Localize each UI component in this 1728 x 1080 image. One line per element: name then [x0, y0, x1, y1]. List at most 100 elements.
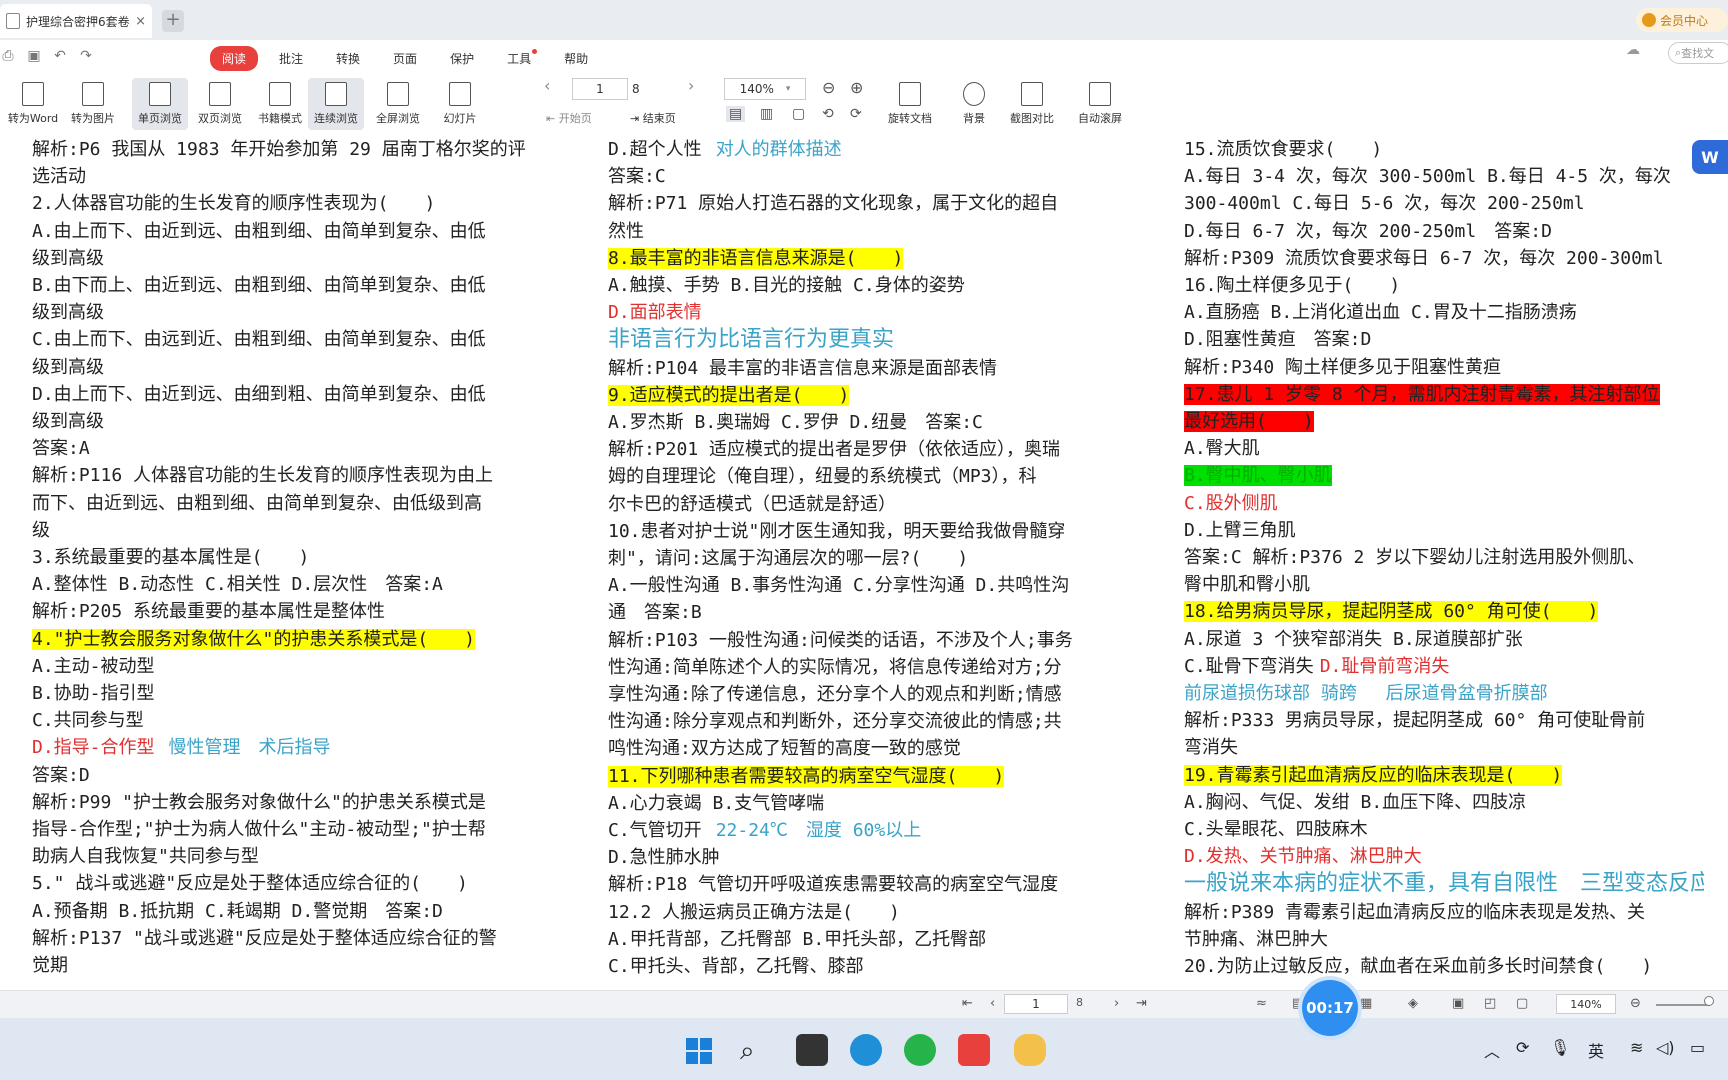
line-text: 最好选用( ) [1184, 411, 1314, 433]
fit-page-icon[interactable]: ▤ [726, 106, 746, 122]
fullscreen-button[interactable]: 全屏浏览 [370, 78, 426, 130]
line-text: 解析:P340 陶土样便多见于阻塞性黄疸 [1184, 356, 1502, 378]
edge-icon[interactable] [850, 1034, 882, 1066]
cloud-sync-icon[interactable]: ☁ [1626, 42, 1646, 62]
file-explorer-icon[interactable] [796, 1034, 828, 1066]
undo-icon[interactable]: ↶ [52, 48, 68, 64]
menu-annotate[interactable]: 批注 [267, 46, 315, 71]
fit-page-status-icon[interactable]: ▣ [1452, 996, 1464, 1011]
fit-width-status-icon[interactable]: ◰ [1484, 996, 1496, 1011]
ime-indicator[interactable]: 英 [1588, 1038, 1604, 1062]
line-text: 5." 战斗或逃避"反应是处于整体适应综合征的( ) [32, 873, 468, 895]
next-page-icon[interactable]: › [688, 76, 694, 95]
single-page-button[interactable]: 单页浏览 [132, 78, 188, 130]
text-line: 9.适应模式的提出者是( ) [608, 382, 1148, 409]
app-icon[interactable] [1014, 1034, 1046, 1066]
prev-page-icon[interactable]: ‹ [990, 996, 995, 1011]
zoom-slider[interactable] [1656, 1004, 1710, 1006]
text-line: 解析:P6 我国从 1983 年开始参加第 29 届南丁格尔奖的评 [32, 136, 572, 163]
continuous-button[interactable]: 连续浏览 [308, 78, 364, 130]
line-text: D.面部表情 [608, 302, 702, 324]
text-line: 3.系统最重要的基本属性是( ) [32, 544, 572, 571]
autoscroll-button[interactable]: 自动滚屏 [1068, 78, 1132, 130]
text-line: 18.给男病员导尿，提起阴茎成 60° 角可使( ) [1184, 598, 1704, 625]
status-page-input[interactable]: 1 [1004, 994, 1068, 1014]
fit-width-icon[interactable]: ▥ [760, 106, 773, 122]
close-icon[interactable]: × [135, 14, 146, 29]
text-line: 级到高级 [32, 354, 572, 381]
page-input[interactable]: 1 [572, 78, 628, 100]
zoom-out-icon[interactable]: ⊖ [822, 78, 835, 97]
collapse-icon[interactable]: ≈ [1256, 996, 1267, 1011]
compare-icon [1021, 82, 1043, 106]
new-tab-button[interactable]: + [162, 10, 184, 32]
text-line: 12.2 人搬运病员正确方法是( ) [608, 899, 1148, 926]
slides-label: 幻灯片 [443, 112, 477, 125]
line-text: 通 答案:B [608, 602, 702, 624]
last-page-icon[interactable]: ⇥ [1136, 996, 1147, 1011]
line-text: A.心力衰竭 B.支气管哮喘 [608, 792, 825, 814]
book-mode-button[interactable]: 书籍模式 [252, 78, 308, 130]
line-text: 刺"，请问:这属于沟通层次的哪一层?( ) [608, 548, 969, 570]
page-column-2: D.超个人性 对人的群体描述 答案:C 解析:P71 原始人打造石器的文化现象，属于文… [608, 134, 1148, 990]
prev-page-icon[interactable]: ‹ [544, 76, 550, 95]
menu-read[interactable]: 阅读 [210, 46, 259, 71]
chevron-up-icon[interactable]: ︿ [1484, 1038, 1500, 1062]
wps-pdf-icon[interactable] [958, 1034, 990, 1066]
print-icon[interactable]: ⎙ [0, 48, 16, 64]
wifi-icon[interactable]: ≋ [1630, 1038, 1643, 1057]
zoom-in-icon[interactable]: ⊕ [850, 78, 863, 97]
recording-timer[interactable]: 00:17 [1302, 980, 1358, 1036]
first-page-icon[interactable]: ⇤ [962, 996, 973, 1011]
start-page-button[interactable]: ⇤ 开始页 [546, 110, 592, 126]
text-line: 8.最丰富的非语言信息来源是( ) [608, 245, 1148, 272]
continuous-view-icon[interactable]: ▦ [1360, 996, 1372, 1011]
save-icon[interactable]: ▣ [26, 48, 42, 64]
read-mode-icon[interactable]: ◈ [1408, 996, 1418, 1011]
microphone-icon[interactable]: 🎙 [1550, 1038, 1570, 1057]
zoom-slider-handle[interactable] [1704, 996, 1714, 1006]
line-text: 300-400ml C.每日 5-6 次，每次 200-250ml [1184, 193, 1585, 215]
zoom-select[interactable]: 140% ▾ [724, 78, 806, 100]
rotate-right-icon[interactable]: ⟳ [850, 106, 862, 122]
line-text: 觉期 [32, 955, 68, 977]
line-text: 尔卡巴的舒适模式（巴适就是舒适） [608, 493, 896, 515]
next-page-icon[interactable]: › [1114, 996, 1119, 1011]
menu-tools[interactable]: 工具 [495, 46, 543, 71]
line-text: 11.下列哪种患者需要较高的病室空气湿度( ) [608, 765, 1005, 787]
search-input[interactable]: ⌕ 查找文 [1668, 42, 1728, 64]
search-icon[interactable]: ⌕ [740, 1036, 772, 1068]
page-column-3: 15.流质饮食要求( ) A.每日 3-4 次，每次 300-500ml B.每日… [1184, 134, 1704, 990]
document-view[interactable]: 解析:P6 我国从 1983 年开始参加第 29 届南丁格尔奖的评 选活动 2.人体… [0, 134, 1728, 990]
background-button[interactable]: 背景 [950, 78, 998, 130]
menu-help[interactable]: 帮助 [552, 46, 600, 71]
rotate-left-icon[interactable]: ⟲ [822, 106, 834, 122]
slides-button[interactable]: 幻灯片 [432, 78, 488, 130]
menu-convert[interactable]: 转换 [324, 46, 372, 71]
double-page-button[interactable]: 双页浏览 [192, 78, 248, 130]
sync-icon[interactable]: ⟳ [1516, 1038, 1529, 1057]
screenshot-compare-button[interactable]: 截图对比 [1004, 78, 1060, 130]
actual-size-status-icon[interactable]: ▢ [1516, 996, 1528, 1011]
volume-icon[interactable]: ◁) [1656, 1038, 1675, 1057]
menu-page[interactable]: 页面 [381, 46, 429, 71]
to-word-button[interactable]: 转为Word [6, 78, 60, 130]
document-tab[interactable]: 护理综合密押6套卷... × [0, 4, 152, 38]
fullscreen-icon [387, 82, 409, 106]
text-line: A.尿道 3 个狭窄部消失 B.尿道膜部扩张 [1184, 626, 1704, 653]
line-text: 助病人自我恢复"共同参与型 [32, 846, 259, 868]
status-zoom-select[interactable]: 140% [1556, 994, 1616, 1014]
rotate-document-button[interactable]: 旋转文档 [880, 78, 940, 130]
windows-start-icon[interactable] [686, 1038, 712, 1064]
word-float-icon[interactable]: W [1692, 140, 1728, 174]
battery-icon[interactable]: ▭ [1690, 1038, 1705, 1057]
line-text: A.尿道 3 个狭窄部消失 B.尿道膜部扩张 [1184, 628, 1523, 650]
actual-size-icon[interactable]: ▢ [792, 106, 805, 122]
zoom-out-icon[interactable]: ⊖ [1630, 996, 1641, 1011]
to-image-button[interactable]: 转为图片 [66, 78, 120, 130]
end-page-button[interactable]: ⇥ 结束页 [630, 110, 676, 126]
menu-protect[interactable]: 保护 [438, 46, 486, 71]
wechat-icon[interactable] [904, 1034, 936, 1066]
vip-center-button[interactable]: 会员中心 [1636, 8, 1728, 32]
redo-icon[interactable]: ↷ [78, 48, 94, 64]
